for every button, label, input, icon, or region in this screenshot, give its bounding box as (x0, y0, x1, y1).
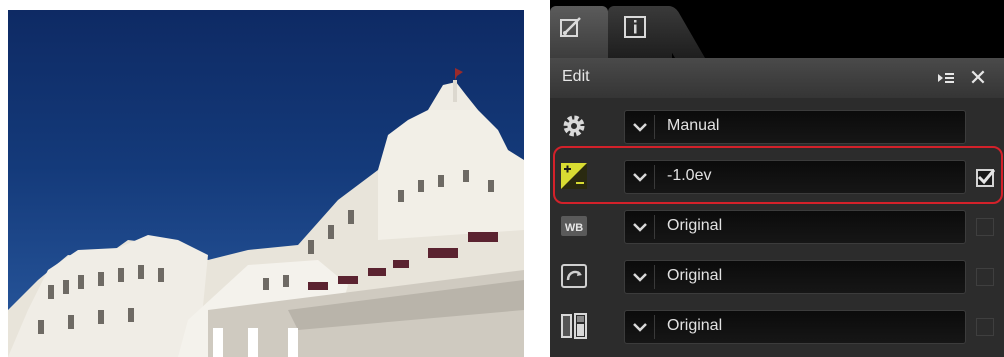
row-picture-mode: Manual (550, 102, 1004, 150)
highlight-outline (553, 146, 1003, 204)
preview-photo (8, 10, 524, 357)
picture-control-icon (561, 264, 587, 288)
gear-icon (563, 115, 585, 137)
row-picture-control: Original (550, 252, 1004, 300)
chevron-down-icon (633, 323, 647, 332)
panel-title: Edit (562, 68, 590, 85)
dropdown-separator (654, 315, 655, 339)
active-d-lighting-dropdown[interactable]: Original (624, 310, 966, 344)
building-photo (8, 68, 524, 357)
info-icon (624, 16, 646, 38)
chevron-down-icon (633, 123, 647, 132)
dropdown-value: Original (667, 317, 723, 334)
active-d-lighting-checkbox[interactable] (976, 318, 994, 336)
picture-control-dropdown[interactable]: Original (624, 260, 966, 294)
tab-adjust[interactable] (550, 6, 608, 58)
dropdown-separator (654, 265, 655, 289)
chevron-down-icon (633, 223, 647, 232)
tab-bar (550, 0, 1004, 58)
close-icon: ✕ (968, 65, 988, 90)
active-d-lighting-icon (561, 313, 587, 339)
edit-header: Edit ✕ (550, 58, 1004, 98)
close-button[interactable]: ✕ (966, 66, 990, 90)
play-list-icon (938, 73, 954, 83)
adjust-brush-icon (560, 17, 581, 37)
row-white-balance: WB Original (550, 202, 1004, 250)
mode-dropdown[interactable]: Manual (624, 110, 966, 144)
white-balance-dropdown[interactable]: Original (624, 210, 966, 244)
white-balance-icon: WB (561, 216, 587, 236)
tab-info[interactable] (608, 6, 672, 58)
dropdown-value: Original (667, 217, 723, 234)
white-balance-checkbox[interactable] (976, 218, 994, 236)
row-active-d-lighting: Original (550, 302, 1004, 350)
dropdown-separator (654, 115, 655, 139)
dropdown-separator (654, 215, 655, 239)
dropdown-value: Manual (667, 117, 720, 134)
picture-control-checkbox[interactable] (976, 268, 994, 286)
panel-menu-button[interactable] (934, 66, 958, 90)
svg-text:WB: WB (565, 222, 583, 234)
edit-rows: Manual -1.0ev WB Original Original Origi… (550, 98, 1004, 357)
dropdown-value: Original (667, 267, 723, 284)
chevron-down-icon (633, 273, 647, 282)
